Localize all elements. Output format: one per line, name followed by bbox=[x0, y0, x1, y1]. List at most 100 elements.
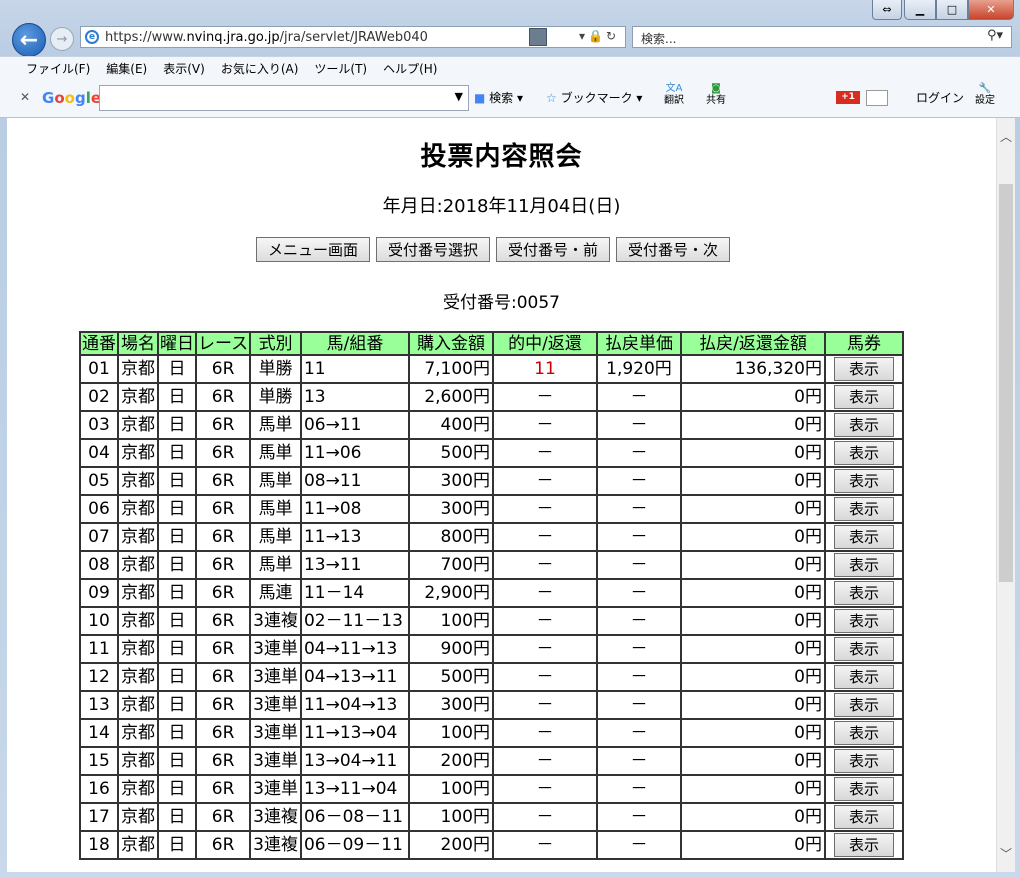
url-prefix: https://www. bbox=[105, 30, 187, 45]
view-ticket-button[interactable]: 表示 bbox=[833, 805, 894, 829]
view-ticket-button[interactable]: 表示 bbox=[833, 749, 894, 773]
view-ticket-button[interactable]: 表示 bbox=[833, 469, 894, 493]
address-url[interactable]: https://www.nvinq.jra.go.jp/jra/servlet/… bbox=[105, 30, 428, 45]
scrollbar-thumb[interactable] bbox=[999, 184, 1013, 582]
table-row: 08 京都日 6R 馬単 13→11 700円－－ 0円 表示 bbox=[79, 550, 904, 580]
browser-search-box[interactable]: 検索... ⚲▾ bbox=[632, 26, 1012, 48]
google-g-icon: ■ bbox=[474, 91, 486, 105]
cell-bet-type: 3連単 bbox=[249, 746, 302, 776]
cell-weekday: 日 bbox=[157, 354, 197, 384]
cell-payout-amount: 0円 bbox=[679, 718, 826, 748]
view-ticket-button[interactable]: 表示 bbox=[833, 441, 894, 465]
cell-race: 6R bbox=[194, 410, 252, 440]
browser-window: ⇔ ▁ □ ✕ ← → e https://www.nvinq.jra.go.j… bbox=[0, 0, 1020, 878]
cell-bet-type: 馬単 bbox=[249, 494, 302, 524]
cell-amount: 300円 bbox=[407, 466, 494, 496]
cell-bet-type: 3連複 bbox=[249, 606, 302, 636]
cell-ticket: 表示 bbox=[823, 522, 904, 552]
cell-serial: 03 bbox=[79, 410, 119, 440]
back-button[interactable]: ← bbox=[12, 23, 46, 57]
cell-serial: 09 bbox=[79, 578, 119, 608]
chevron-down-icon[interactable]: ▼ bbox=[455, 90, 463, 103]
scroll-up-icon[interactable]: ︿ bbox=[1000, 128, 1012, 145]
maximize-button[interactable]: □ bbox=[936, 0, 968, 20]
menu-view[interactable]: 表示(V) bbox=[163, 60, 205, 77]
view-ticket-button[interactable]: 表示 bbox=[833, 833, 894, 857]
bookmark-label: ブックマーク bbox=[560, 91, 633, 105]
cell-hit: － bbox=[491, 802, 598, 832]
gplus-button[interactable]: +1 bbox=[836, 91, 860, 104]
menu-screen-button[interactable]: メニュー画面 bbox=[256, 237, 371, 262]
view-ticket-button[interactable]: 表示 bbox=[833, 553, 894, 577]
google-search-button[interactable]: ■ 検索 ▾ bbox=[474, 89, 523, 106]
view-ticket-button[interactable]: 表示 bbox=[833, 357, 894, 381]
menu-favorites[interactable]: お気に入り(A) bbox=[221, 60, 299, 77]
compatibility-view-icon[interactable] bbox=[529, 28, 547, 46]
receipt-next-button[interactable]: 受付番号・次 bbox=[616, 237, 731, 262]
google-search-input[interactable]: ▼ bbox=[99, 85, 469, 111]
view-ticket-button[interactable]: 表示 bbox=[833, 525, 894, 549]
view-ticket-button[interactable]: 表示 bbox=[833, 413, 894, 437]
menu-edit[interactable]: 編集(E) bbox=[106, 60, 147, 77]
cell-bet-type: 3連単 bbox=[249, 690, 302, 720]
cell-serial: 06 bbox=[79, 494, 119, 524]
table-row: 02 京都日 6R 単勝 13 2,600円－－ 0円 表示 bbox=[79, 382, 904, 412]
cell-venue: 京都 bbox=[117, 438, 159, 468]
cell-weekday: 日 bbox=[157, 382, 197, 412]
col-weekday: 曜日 bbox=[157, 331, 197, 356]
cell-hit: － bbox=[491, 718, 598, 748]
gplus-toggle[interactable] bbox=[866, 90, 888, 106]
view-ticket-button[interactable]: 表示 bbox=[833, 693, 894, 717]
table-row: 06 京都日 6R 馬単 11→08 300円－－ 0円 表示 bbox=[79, 494, 904, 524]
receipt-prev-button[interactable]: 受付番号・前 bbox=[496, 237, 611, 262]
close-button[interactable]: ✕ bbox=[968, 0, 1014, 20]
receipt-select-button[interactable]: 受付番号選択 bbox=[376, 237, 491, 262]
close-toolbar-icon[interactable]: ✕ bbox=[20, 90, 30, 104]
cell-venue: 京都 bbox=[117, 410, 159, 440]
restore-tab-icon[interactable]: ⇔ bbox=[872, 0, 902, 20]
menu-file[interactable]: ファイル(F) bbox=[26, 60, 90, 77]
view-ticket-button[interactable]: 表示 bbox=[833, 385, 894, 409]
share-button[interactable]: ◙ 共有 bbox=[706, 83, 726, 107]
cell-hit: － bbox=[491, 690, 598, 720]
vertical-scrollbar[interactable]: ︿ ﹀ bbox=[996, 118, 1015, 872]
login-link[interactable]: ログイン bbox=[916, 89, 964, 106]
translate-button[interactable]: 文A 翻訳 bbox=[664, 83, 684, 107]
table-row: 09 京都日 6R 馬連 11－14 2,900円－－ 0円 表示 bbox=[79, 578, 904, 608]
cell-weekday: 日 bbox=[157, 634, 197, 664]
view-ticket-button[interactable]: 表示 bbox=[833, 581, 894, 605]
minimize-button[interactable]: ▁ bbox=[904, 0, 936, 20]
settings-button[interactable]: 🔧 設定 bbox=[975, 83, 995, 107]
search-icon[interactable]: ⚲▾ bbox=[987, 28, 1003, 43]
cell-ticket: 表示 bbox=[823, 494, 904, 524]
cell-payout-amount: 0円 bbox=[679, 494, 826, 524]
cell-amount: 100円 bbox=[407, 802, 494, 832]
bookmark-button[interactable]: ☆ ブックマーク ▾ bbox=[546, 89, 642, 106]
address-bar[interactable]: e https://www.nvinq.jra.go.jp/jra/servle… bbox=[80, 26, 626, 48]
cell-venue: 京都 bbox=[117, 802, 159, 832]
menu-tools[interactable]: ツール(T) bbox=[314, 60, 367, 77]
view-ticket-button[interactable]: 表示 bbox=[833, 777, 894, 801]
view-ticket-button[interactable]: 表示 bbox=[833, 609, 894, 633]
view-ticket-button[interactable]: 表示 bbox=[833, 497, 894, 521]
cell-weekday: 日 bbox=[157, 606, 197, 636]
scroll-down-icon[interactable]: ﹀ bbox=[1000, 845, 1012, 862]
cell-weekday: 日 bbox=[157, 690, 197, 720]
cell-serial: 08 bbox=[79, 550, 119, 580]
cell-amount: 900円 bbox=[407, 634, 494, 664]
cell-unit-payout: － bbox=[595, 830, 682, 860]
cell-horse-combo: 11→06 bbox=[299, 438, 410, 468]
cell-race: 6R bbox=[194, 830, 252, 860]
address-tools-icons[interactable]: ▾🔒↻ bbox=[579, 29, 619, 43]
cell-ticket: 表示 bbox=[823, 802, 904, 832]
view-ticket-button[interactable]: 表示 bbox=[833, 721, 894, 745]
menu-help[interactable]: ヘルプ(H) bbox=[383, 60, 437, 77]
cell-unit-payout: 1,920円 bbox=[595, 354, 682, 384]
cell-horse-combo: 11→13 bbox=[299, 522, 410, 552]
view-ticket-button[interactable]: 表示 bbox=[833, 637, 894, 661]
cell-venue: 京都 bbox=[117, 830, 159, 860]
forward-button[interactable]: → bbox=[50, 27, 74, 51]
cell-serial: 04 bbox=[79, 438, 119, 468]
cell-serial: 01 bbox=[79, 354, 119, 384]
view-ticket-button[interactable]: 表示 bbox=[833, 665, 894, 689]
